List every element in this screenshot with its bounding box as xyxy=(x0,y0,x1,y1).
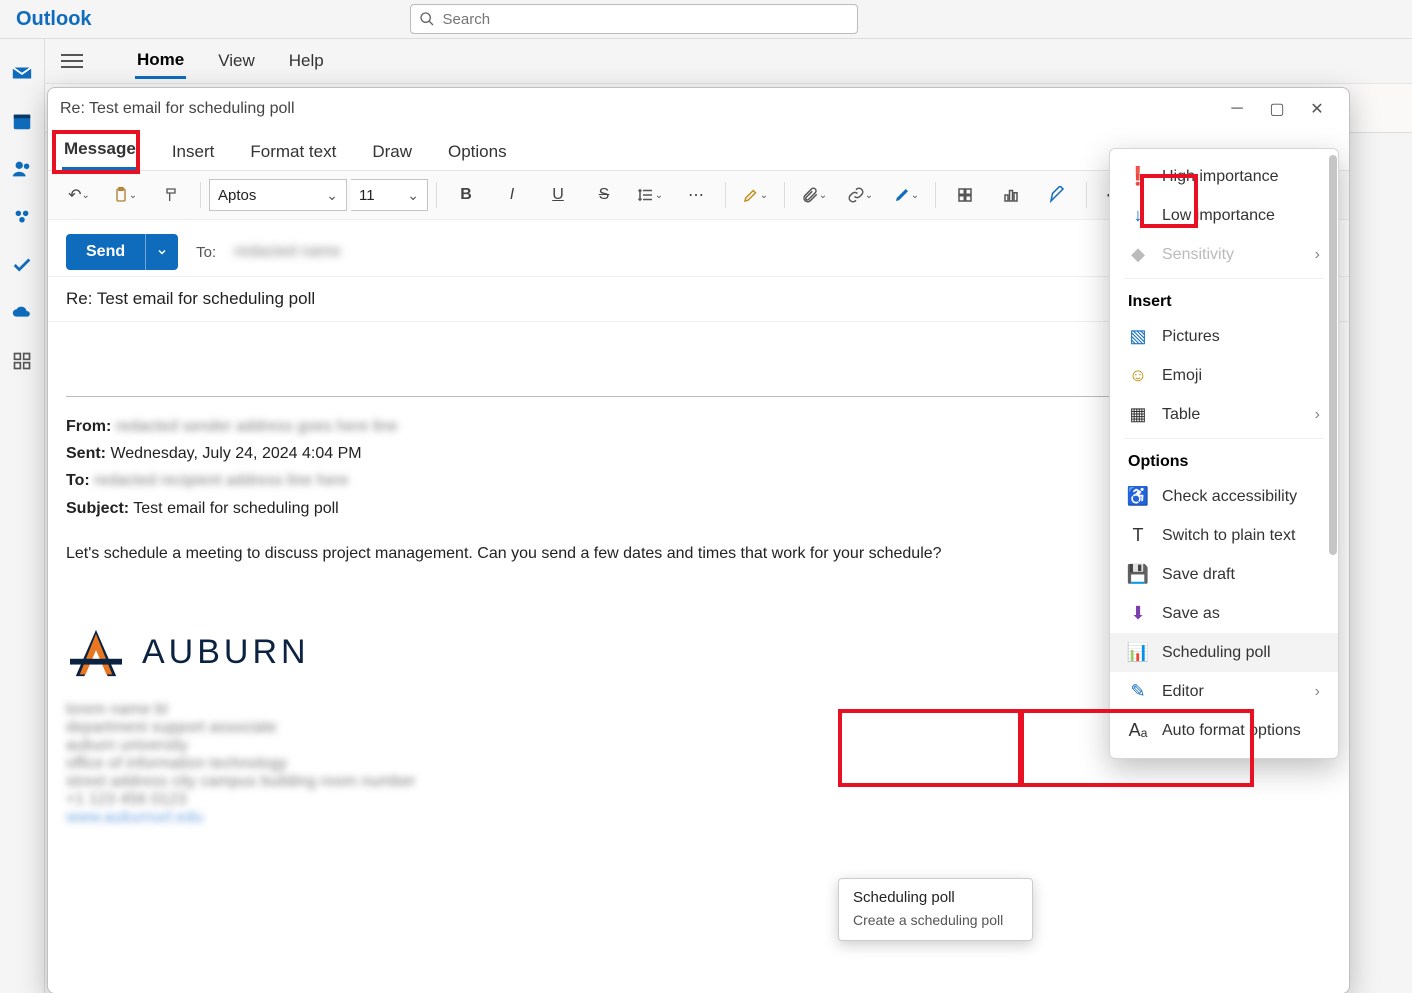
poll-button[interactable] xyxy=(990,179,1032,211)
menu-options-header: Options xyxy=(1110,443,1338,477)
attach-button[interactable]: ⌄ xyxy=(793,179,835,211)
menu-high-importance[interactable]: ❗High importance xyxy=(1110,157,1338,196)
app-name: Outlook xyxy=(8,8,100,31)
menu-low-importance[interactable]: ↓Low importance xyxy=(1110,196,1338,235)
title-bar: Outlook xyxy=(0,0,1412,39)
line-spacing-button[interactable]: ⌄ xyxy=(629,179,671,211)
undo-button[interactable]: ↶⌄ xyxy=(58,179,100,211)
menu-plain-text[interactable]: TSwitch to plain text xyxy=(1110,516,1338,555)
tab-message[interactable]: Message xyxy=(62,133,138,170)
onedrive-icon[interactable] xyxy=(10,301,34,325)
paste-button[interactable]: ⌄ xyxy=(104,179,146,211)
main-tabs-row: Home View Help xyxy=(45,39,1412,84)
tab-help[interactable]: Help xyxy=(287,45,326,77)
search-box[interactable] xyxy=(410,4,858,34)
clear-format-button[interactable] xyxy=(1036,179,1078,211)
todo-icon[interactable] xyxy=(10,253,34,277)
maximize-button[interactable]: ▢ xyxy=(1257,93,1297,125)
menu-emoji[interactable]: ☺Emoji xyxy=(1110,356,1338,395)
compose-title-bar: Re: Test email for scheduling poll ─ ▢ ✕ xyxy=(48,88,1349,130)
close-button[interactable]: ✕ xyxy=(1297,93,1337,125)
menu-scrollbar[interactable] xyxy=(1329,155,1337,555)
strikethrough-button[interactable]: S xyxy=(583,179,625,211)
groups-icon[interactable] xyxy=(10,205,34,229)
auburn-logo-icon xyxy=(66,627,126,679)
apps-icon[interactable] xyxy=(10,349,34,373)
to-label: To: xyxy=(196,244,216,261)
to-value-redacted: redacted name xyxy=(234,243,341,261)
tab-view[interactable]: View xyxy=(216,45,257,77)
tab-draw[interactable]: Draw xyxy=(370,136,414,170)
tab-insert[interactable]: Insert xyxy=(170,136,217,170)
menu-sensitivity[interactable]: ◆Sensitivity› xyxy=(1110,235,1338,274)
menu-pictures[interactable]: ▧Pictures xyxy=(1110,317,1338,356)
menu-check-accessibility[interactable]: ♿Check accessibility xyxy=(1110,477,1338,516)
send-dropdown[interactable] xyxy=(145,234,178,270)
people-icon[interactable] xyxy=(10,157,34,181)
menu-scheduling-poll[interactable]: 📊Scheduling poll xyxy=(1110,633,1338,672)
format-painter-button[interactable] xyxy=(150,179,192,211)
compose-window: Re: Test email for scheduling poll ─ ▢ ✕… xyxy=(47,87,1350,993)
calendar-icon[interactable] xyxy=(10,109,34,133)
menu-editor[interactable]: ✎Editor› xyxy=(1110,672,1338,711)
hamburger-icon[interactable] xyxy=(61,54,83,68)
bold-button[interactable]: B xyxy=(445,179,487,211)
send-button[interactable]: Send xyxy=(66,234,178,270)
signature-org-name: AUBURN xyxy=(142,633,310,672)
font-name-select[interactable]: Aptos⌄ xyxy=(209,179,347,211)
menu-save-as[interactable]: ⬇Save as xyxy=(1110,594,1338,633)
loop-button[interactable] xyxy=(944,179,986,211)
tab-home[interactable]: Home xyxy=(135,44,186,79)
highlight-button[interactable]: ⌄ xyxy=(734,179,776,211)
menu-auto-format[interactable]: AₐAuto format options xyxy=(1110,711,1338,750)
mail-icon[interactable] xyxy=(10,61,34,85)
search-icon xyxy=(419,11,435,27)
menu-save-draft[interactable]: 💾Save draft xyxy=(1110,555,1338,594)
search-input[interactable] xyxy=(441,10,849,29)
compose-title-text: Re: Test email for scheduling poll xyxy=(60,100,295,118)
link-button[interactable]: ⌄ xyxy=(839,179,881,211)
main-area: Home View Help New mail Delete⌄ Arc xyxy=(45,39,1412,993)
menu-insert-header: Insert xyxy=(1110,283,1338,317)
signature-button[interactable]: ⌄ xyxy=(885,179,927,211)
menu-table[interactable]: ▦Table› xyxy=(1110,395,1338,434)
italic-button[interactable]: I xyxy=(491,179,533,211)
more-options-menu: ❗High importance ↓Low importance ◆Sensit… xyxy=(1109,148,1339,759)
tab-options[interactable]: Options xyxy=(446,136,509,170)
more-formatting-button[interactable]: ⋯ xyxy=(675,179,717,211)
scheduling-poll-tooltip: Scheduling poll Create a scheduling poll xyxy=(838,878,1033,941)
underline-button[interactable]: U xyxy=(537,179,579,211)
font-size-select[interactable]: 11⌄ xyxy=(351,179,428,211)
minimize-button[interactable]: ─ xyxy=(1217,93,1257,125)
left-navigation-rail xyxy=(0,39,45,993)
tab-format-text[interactable]: Format text xyxy=(248,136,338,170)
